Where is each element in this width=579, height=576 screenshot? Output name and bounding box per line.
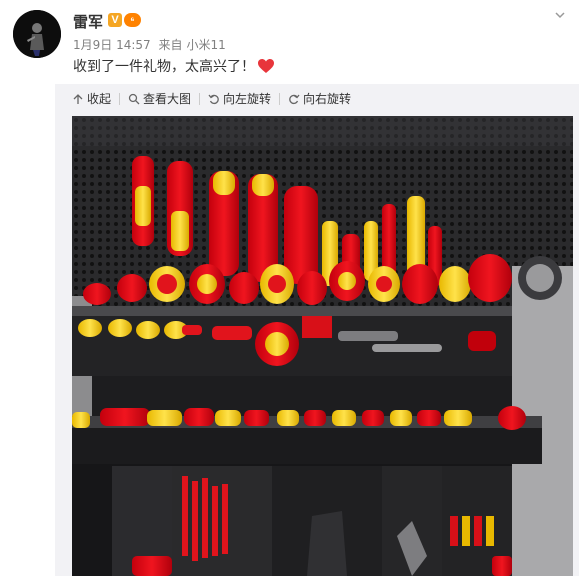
source-device[interactable]: 小米11	[187, 38, 226, 52]
rotate-right-label: 向右旋转	[303, 92, 352, 106]
collapse-arrow-icon	[73, 93, 83, 104]
rotate-left-button[interactable]: 向左旋转	[206, 90, 279, 107]
avatar[interactable]	[13, 10, 61, 58]
rotate-right-button[interactable]: 向右旋转	[286, 90, 359, 107]
chevron-down-icon[interactable]	[553, 8, 567, 22]
rotate-left-label: 向左旋转	[223, 92, 272, 106]
media-box: 收起 查看大图 向左旋转 向右旋转	[55, 84, 579, 576]
toolbar-divider	[119, 92, 121, 105]
toolbar-divider	[199, 92, 201, 105]
collapse-label: 收起	[87, 92, 112, 106]
toolbar-divider	[279, 92, 281, 105]
post-text-row: 收到了一件礼物，太高兴了！	[73, 56, 275, 76]
image-toolbar: 收起 查看大图 向左旋转 向右旋转	[70, 90, 359, 107]
author-name[interactable]: 雷军	[73, 11, 103, 32]
post-photo[interactable]	[72, 116, 573, 576]
verified-badge: V	[108, 13, 122, 27]
view-large-button[interactable]: 查看大图	[126, 90, 199, 107]
level-badge: ⁶	[124, 13, 141, 27]
view-large-label: 查看大图	[143, 92, 192, 106]
post-date[interactable]: 1月9日 14:57	[73, 38, 151, 52]
toolbox-illustration	[72, 116, 573, 576]
post-meta: 1月9日 14:57 来自 小米11	[73, 36, 230, 53]
post-text: 收到了一件礼物，太高兴了！	[73, 59, 255, 75]
rotate-left-icon	[208, 94, 219, 104]
rotate-right-icon	[289, 94, 300, 104]
source-prefix: 来自	[158, 38, 183, 52]
collapse-button[interactable]: 收起	[70, 90, 119, 107]
heart-icon	[257, 58, 275, 74]
zoom-icon	[128, 93, 140, 104]
